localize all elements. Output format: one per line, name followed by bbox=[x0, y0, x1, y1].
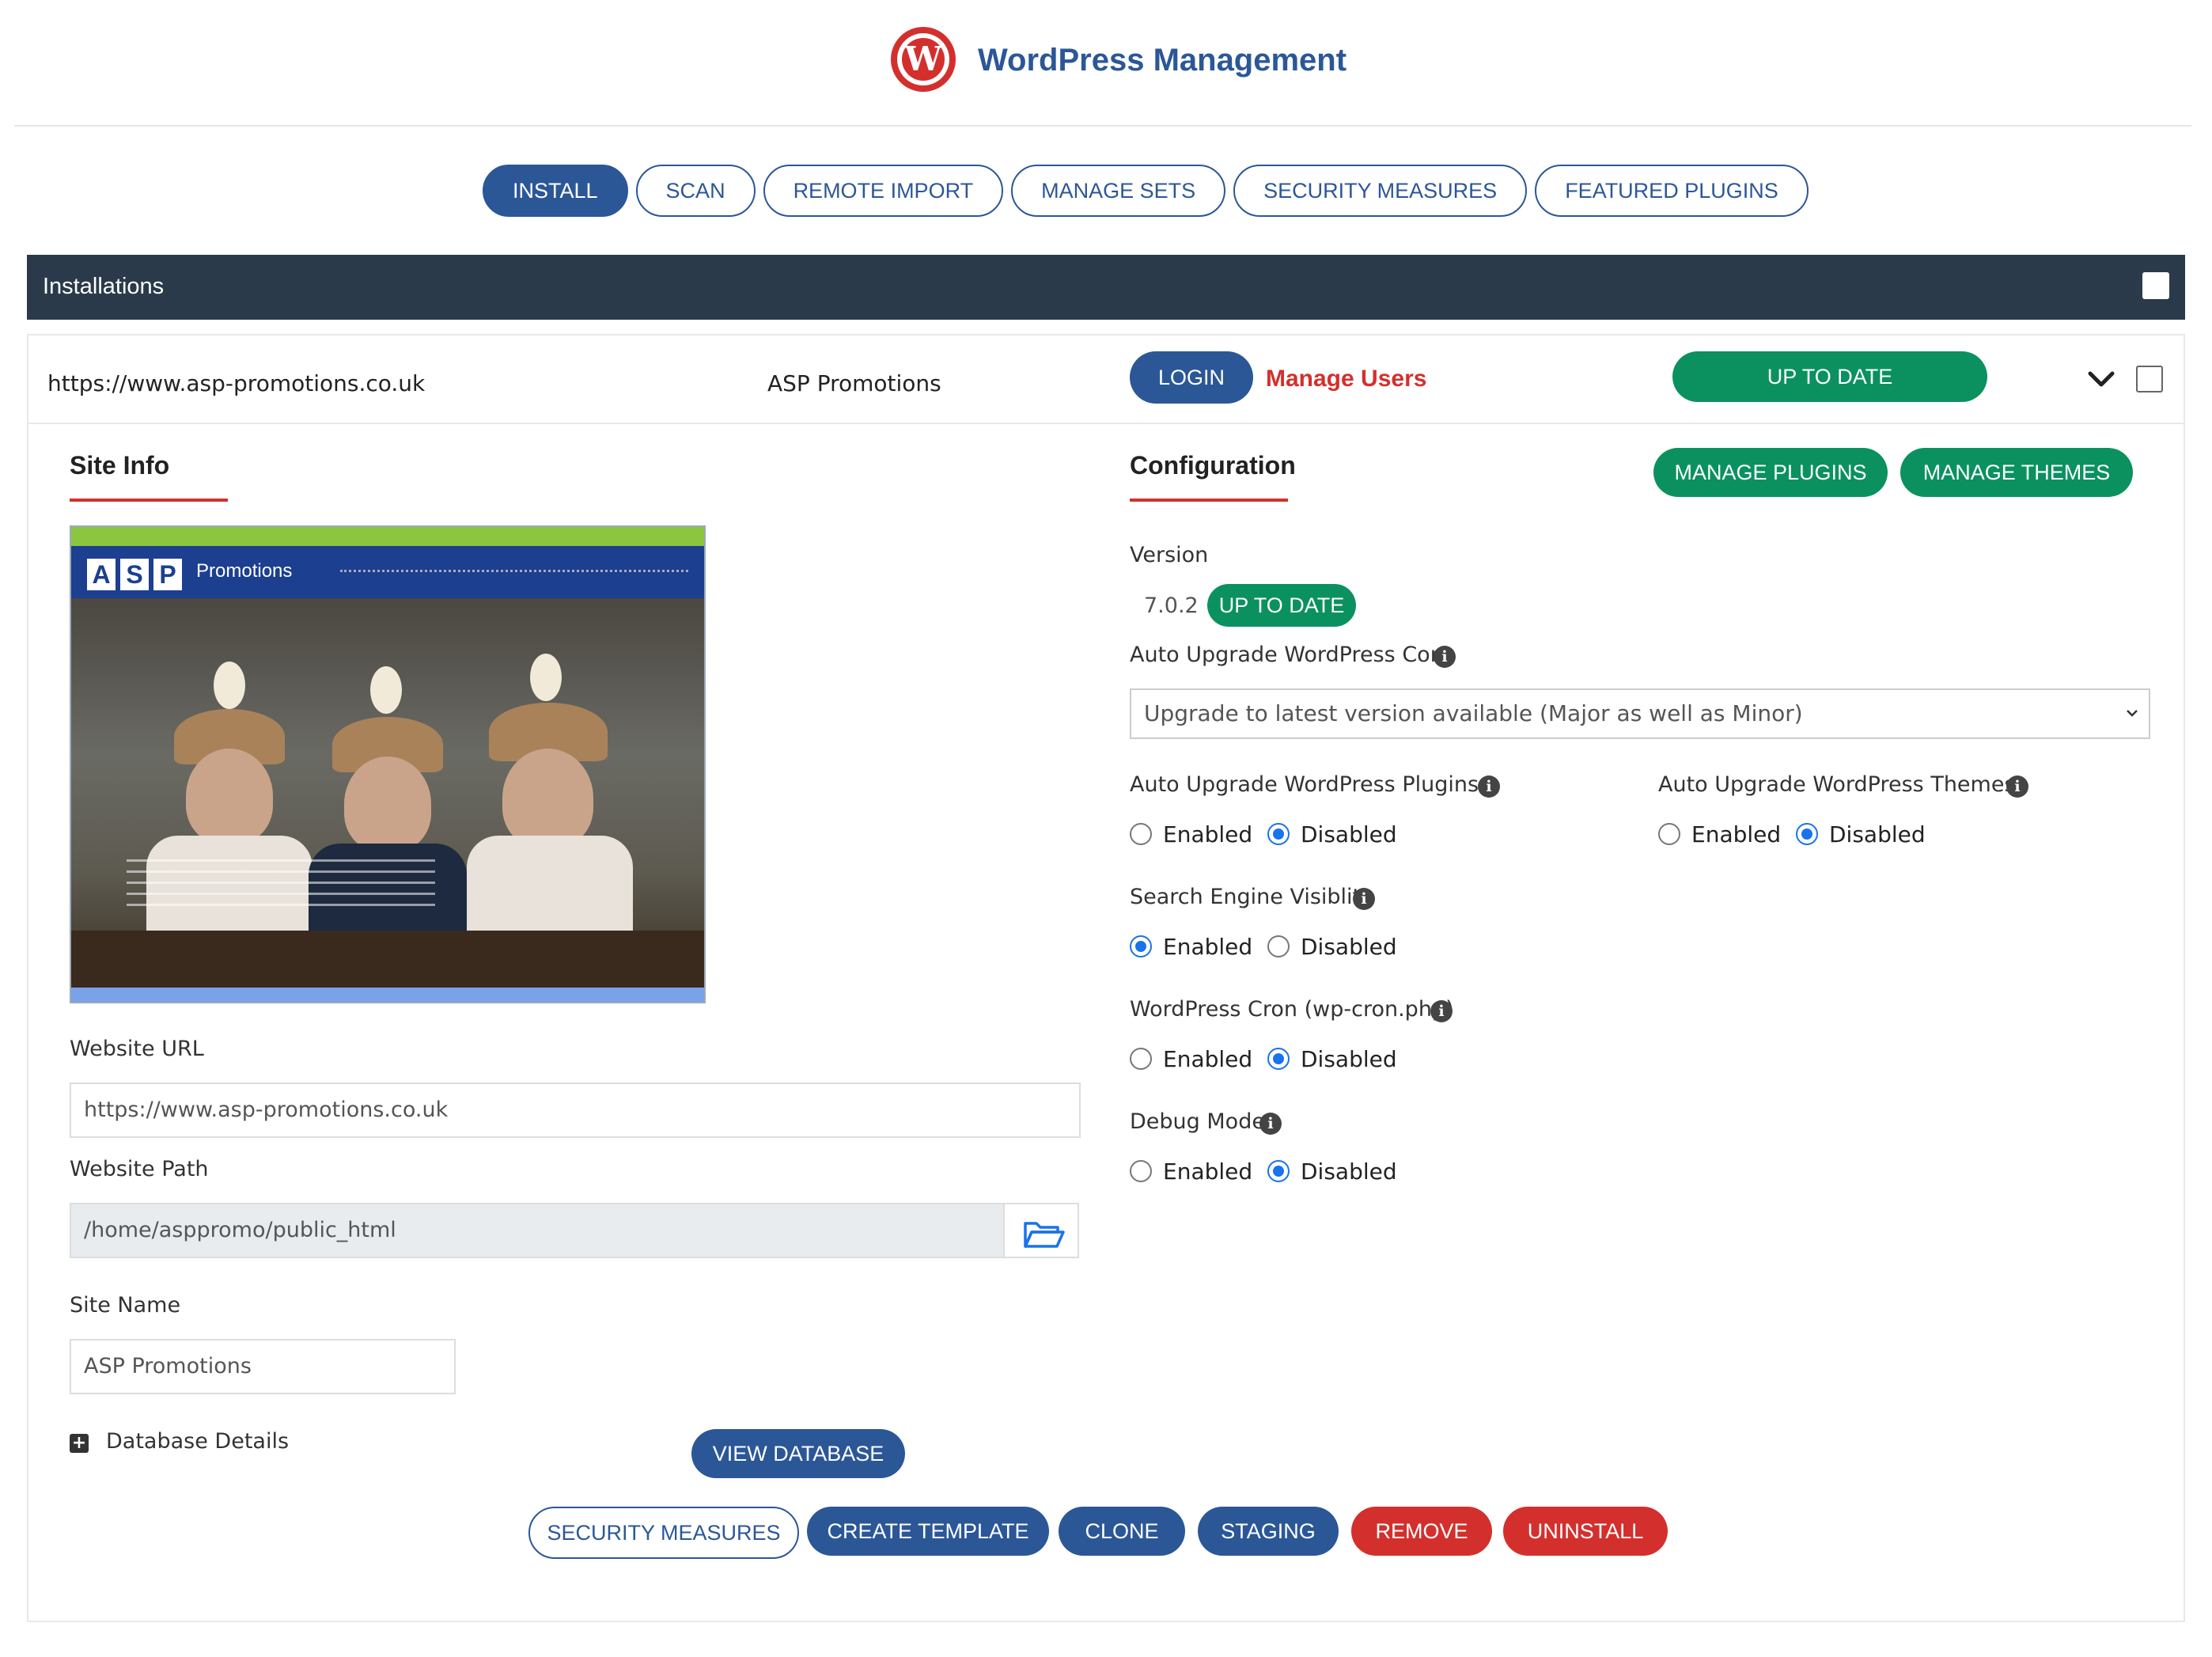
manage-users-link[interactable]: Manage Users bbox=[1266, 366, 1426, 392]
installation-name: ASP Promotions bbox=[767, 370, 941, 396]
radio-label: Disabled bbox=[1301, 1158, 1397, 1185]
staging-button[interactable]: STAGING bbox=[1198, 1507, 1339, 1556]
version-label: Version bbox=[1130, 543, 1209, 567]
radio-label: Enabled bbox=[1163, 1158, 1253, 1185]
database-details-toggle[interactable]: Database Details bbox=[106, 1429, 289, 1454]
radio-label: Enabled bbox=[1163, 934, 1253, 960]
login-button[interactable]: LOGIN bbox=[1130, 351, 1253, 404]
installation-card: https://www.asp-promotions.co.uk ASP Pro… bbox=[27, 334, 2185, 1622]
search-engine-enabled-radio[interactable] bbox=[1130, 935, 1152, 957]
main-tabs: INSTALL SCAN REMOTE IMPORT MANAGE SETS S… bbox=[483, 165, 1809, 217]
website-path-label: Website Path bbox=[70, 1157, 209, 1181]
website-url-label: Website URL bbox=[70, 1037, 204, 1061]
security-measures-button[interactable]: SECURITY MEASURES bbox=[528, 1507, 799, 1559]
manage-plugins-button[interactable]: MANAGE PLUGINS bbox=[1653, 448, 1888, 497]
auto-plugins-disabled-radio[interactable] bbox=[1267, 823, 1290, 845]
installations-title: Installations bbox=[43, 274, 165, 299]
site-info-title: Site Info bbox=[70, 451, 170, 480]
site-info-underline bbox=[70, 499, 228, 502]
cron-label: WordPress Cron (wp-cron.php) bbox=[1130, 997, 1454, 1022]
chevron-down-icon bbox=[2127, 710, 2138, 717]
tab-install[interactable]: INSTALL bbox=[483, 165, 628, 217]
site-name-input[interactable]: ASP Promotions bbox=[70, 1339, 456, 1394]
debug-enabled-radio[interactable] bbox=[1130, 1160, 1152, 1182]
auto-upgrade-themes-label: Auto Upgrade WordPress Themes bbox=[1658, 772, 2016, 797]
site-screenshot: A S P Promotions bbox=[70, 525, 706, 1003]
tab-security-measures[interactable]: SECURITY MEASURES bbox=[1233, 165, 1528, 217]
installations-bar: Installations bbox=[27, 255, 2185, 320]
radio-label: Enabled bbox=[1691, 821, 1782, 847]
website-url-input[interactable]: https://www.asp-promotions.co.uk bbox=[70, 1083, 1081, 1138]
auto-plugins-enabled-radio[interactable] bbox=[1130, 823, 1152, 845]
expand-plus-icon[interactable]: + bbox=[70, 1434, 89, 1453]
auto-upgrade-core-select[interactable]: Upgrade to latest version available (Maj… bbox=[1130, 688, 2150, 739]
auto-upgrade-plugins-label: Auto Upgrade WordPress Plugins bbox=[1130, 772, 1479, 797]
tab-featured-plugins[interactable]: FEATURED PLUGINS bbox=[1535, 165, 1809, 217]
configuration-title: Configuration bbox=[1130, 451, 1296, 480]
version-value: 7.0.2 bbox=[1144, 593, 1199, 618]
chevron-down-icon[interactable] bbox=[2085, 364, 2117, 396]
radio-label: Enabled bbox=[1163, 1046, 1253, 1072]
wordpress-logo-icon: W bbox=[891, 27, 956, 92]
debug-mode-label: Debug Mode bbox=[1130, 1109, 1265, 1134]
radio-label: Disabled bbox=[1301, 821, 1397, 847]
manage-themes-button[interactable]: MANAGE THEMES bbox=[1900, 448, 2133, 497]
info-icon[interactable]: i bbox=[1478, 775, 1500, 798]
tab-remote-import[interactable]: REMOTE IMPORT bbox=[763, 165, 1004, 217]
remove-button[interactable]: REMOVE bbox=[1351, 1507, 1492, 1556]
page-header: W WordPress Management bbox=[14, 0, 2191, 127]
debug-disabled-radio[interactable] bbox=[1267, 1160, 1290, 1182]
cron-disabled-radio[interactable] bbox=[1267, 1048, 1290, 1070]
configuration-underline bbox=[1130, 499, 1288, 502]
search-engine-label: Search Engine Visiblity bbox=[1130, 885, 1374, 909]
status-badge[interactable]: UP TO DATE bbox=[1672, 351, 1987, 402]
clone-button[interactable]: CLONE bbox=[1059, 1507, 1185, 1556]
info-icon[interactable]: i bbox=[1259, 1113, 1282, 1135]
radio-label: Enabled bbox=[1163, 821, 1253, 847]
installation-url[interactable]: https://www.asp-promotions.co.uk bbox=[47, 370, 425, 396]
folder-open-icon[interactable] bbox=[1003, 1203, 1079, 1258]
create-template-button[interactable]: CREATE TEMPLATE bbox=[807, 1507, 1049, 1556]
uninstall-button[interactable]: UNINSTALL bbox=[1503, 1507, 1668, 1556]
tab-scan[interactable]: SCAN bbox=[635, 165, 756, 217]
cron-enabled-radio[interactable] bbox=[1130, 1048, 1152, 1070]
info-icon[interactable]: i bbox=[1353, 888, 1375, 910]
view-database-button[interactable]: VIEW DATABASE bbox=[691, 1429, 905, 1478]
screenshot-logo: A S P bbox=[87, 559, 182, 590]
row-checkbox[interactable] bbox=[2136, 366, 2163, 392]
info-icon[interactable]: i bbox=[1434, 646, 1456, 668]
auto-themes-enabled-radio[interactable] bbox=[1658, 823, 1680, 845]
tab-manage-sets[interactable]: MANAGE SETS bbox=[1011, 165, 1226, 217]
site-name-label: Site Name bbox=[70, 1293, 181, 1318]
radio-label: Disabled bbox=[1301, 1046, 1397, 1072]
version-status-badge: UP TO DATE bbox=[1207, 584, 1356, 627]
installation-row: https://www.asp-promotions.co.uk ASP Pro… bbox=[28, 336, 2184, 424]
page-title: WordPress Management bbox=[978, 43, 1347, 78]
search-engine-disabled-radio[interactable] bbox=[1267, 935, 1290, 957]
radio-label: Disabled bbox=[1301, 934, 1397, 960]
info-icon[interactable]: i bbox=[1430, 1000, 1453, 1022]
info-icon[interactable]: i bbox=[2006, 775, 2028, 798]
radio-label: Disabled bbox=[1829, 821, 1926, 847]
select-all-checkbox[interactable] bbox=[2142, 272, 2169, 299]
auto-upgrade-core-label: Auto Upgrade WordPress Core bbox=[1130, 643, 1452, 667]
auto-themes-disabled-radio[interactable] bbox=[1796, 823, 1818, 845]
website-path-input[interactable]: /home/asppromo/public_html bbox=[70, 1203, 1005, 1258]
